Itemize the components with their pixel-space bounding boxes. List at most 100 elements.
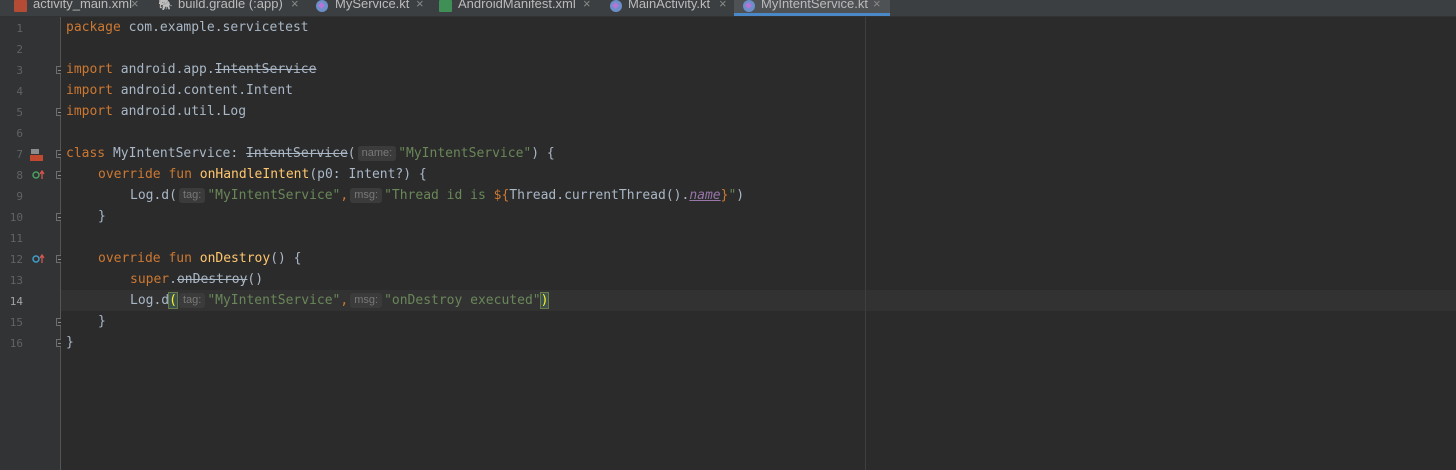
deprecated-symbol: onDestroy bbox=[176, 272, 248, 287]
matched-paren: ( bbox=[168, 292, 178, 309]
line-number: 6 bbox=[16, 127, 23, 140]
kotlin-file-icon bbox=[743, 0, 755, 12]
parameter-hint: msg: bbox=[350, 188, 383, 203]
manifest-file-icon bbox=[439, 0, 452, 12]
package-name: com.example.servicetest bbox=[120, 20, 309, 35]
code-line-7[interactable]: class MyIntentService: IntentService(nam… bbox=[66, 143, 555, 164]
tab-build-gradle[interactable]: 🐘 build.gradle (:app) × bbox=[150, 0, 302, 16]
string-literal: "Thread id is bbox=[384, 188, 494, 203]
text-caret bbox=[548, 292, 550, 307]
parameter-hint: tag: bbox=[178, 293, 206, 308]
close-icon[interactable]: × bbox=[291, 0, 299, 10]
code-line-12[interactable]: override fun onDestroy() { bbox=[98, 248, 302, 269]
code-line-10[interactable]: } bbox=[98, 206, 106, 227]
string-literal: "MyIntentService" bbox=[398, 146, 532, 161]
code-line-8[interactable]: override fun onHandleIntent(p0: Intent?)… bbox=[98, 164, 427, 185]
brace: } bbox=[98, 314, 106, 329]
close-icon[interactable]: × bbox=[583, 0, 591, 10]
code-line-16[interactable]: } bbox=[66, 332, 74, 353]
comma: , bbox=[340, 188, 349, 203]
property: name bbox=[689, 188, 721, 203]
xml-file-icon bbox=[14, 0, 27, 12]
line-number: 3 bbox=[16, 64, 23, 77]
deprecated-symbol: IntentService bbox=[214, 62, 317, 77]
line-number: 15 bbox=[9, 316, 23, 329]
template-expression: Thread.currentThread(). bbox=[509, 188, 690, 203]
import-path: android.app. bbox=[112, 62, 215, 77]
tab-label: MyService.kt bbox=[335, 0, 410, 11]
parameter-hint: msg: bbox=[350, 293, 383, 308]
close-icon[interactable]: × bbox=[416, 0, 424, 10]
keyword: package bbox=[66, 20, 121, 35]
code-line-15[interactable]: } bbox=[98, 311, 106, 332]
call: Log.d( bbox=[130, 188, 177, 203]
keyword: import bbox=[66, 104, 113, 119]
keyword: override fun bbox=[98, 167, 200, 182]
tab-label: MyIntentService.kt bbox=[761, 0, 868, 11]
code-line-3[interactable]: import android.app.IntentService bbox=[66, 59, 316, 80]
code-line-1[interactable]: package com.example.servicetest bbox=[66, 17, 309, 38]
tab-label: MainActivity.kt bbox=[628, 0, 711, 11]
close-icon[interactable]: × bbox=[873, 0, 881, 10]
code-line-5[interactable]: import android.util.Log bbox=[66, 101, 246, 122]
tab-label: build.gradle (:app) bbox=[178, 0, 283, 11]
gradle-icon: 🐘 bbox=[158, 0, 173, 11]
parameter-hint: tag: bbox=[178, 188, 206, 203]
function-name: onHandleIntent bbox=[199, 167, 310, 182]
code-line-14[interactable]: Log.d(tag: "MyIntentService", msg: "onDestr… bbox=[130, 290, 550, 311]
line-number: 8 bbox=[16, 169, 23, 182]
line-number: 1 bbox=[16, 22, 23, 35]
keyword: super bbox=[130, 272, 170, 287]
string-literal: "MyIntentService" bbox=[207, 293, 341, 308]
editor-tab-bar: activity_main.xml × 🐘 build.gradle (:app… bbox=[0, 0, 1456, 17]
line-number: 12 bbox=[9, 253, 23, 266]
line-number: 13 bbox=[9, 274, 23, 287]
close-icon[interactable]: × bbox=[131, 0, 139, 10]
line-number: 11 bbox=[9, 232, 23, 245]
line-number: 5 bbox=[16, 106, 23, 119]
string-literal: "MyIntentService" bbox=[207, 188, 341, 203]
class-name: MyIntentService: bbox=[105, 146, 247, 161]
code-line-4[interactable]: import android.content.Intent bbox=[66, 80, 293, 101]
signature: () { bbox=[270, 251, 302, 266]
string-literal: "onDestroy executed" bbox=[384, 293, 541, 308]
keyword: import bbox=[66, 83, 113, 98]
code-editor[interactable]: package com.example.servicetest import a… bbox=[61, 17, 1456, 470]
tab-myservice-kt[interactable]: MyService.kt × bbox=[310, 0, 430, 16]
deprecated-symbol: IntentService bbox=[246, 146, 348, 161]
close-icon[interactable]: × bbox=[719, 0, 727, 10]
brace: } bbox=[66, 335, 74, 350]
override-method-icon[interactable] bbox=[32, 253, 46, 267]
tab-androidmanifest-xml[interactable]: AndroidManifest.xml × bbox=[433, 0, 603, 16]
code-line-9[interactable]: Log.d(tag: "MyIntentService", msg: "Thread … bbox=[130, 185, 744, 206]
matched-paren: ) bbox=[539, 292, 550, 309]
import-path: android.content.Intent bbox=[112, 83, 293, 98]
line-number: 4 bbox=[16, 85, 23, 98]
keyword: import bbox=[66, 62, 113, 77]
brace: } bbox=[98, 209, 106, 224]
tab-myintentservice-kt[interactable]: MyIntentService.kt × bbox=[734, 0, 890, 16]
line-number: 2 bbox=[16, 43, 23, 56]
paren: ( bbox=[347, 146, 356, 161]
function-name: onDestroy bbox=[199, 251, 271, 266]
kotlin-file-icon bbox=[610, 0, 622, 12]
paren: () bbox=[247, 272, 264, 287]
paren: ) bbox=[736, 188, 745, 203]
editor-gutter: 1 2 3 4 5 6 7 8 9 10 11 12 13 14 15 16 bbox=[0, 17, 63, 470]
override-method-icon[interactable] bbox=[32, 169, 46, 183]
paren: ) { bbox=[531, 146, 555, 161]
call: Log.d bbox=[130, 293, 170, 308]
code-line-13[interactable]: super.onDestroy() bbox=[130, 269, 263, 290]
tab-label: activity_main.xml bbox=[33, 0, 132, 11]
line-number: 9 bbox=[16, 190, 23, 203]
signature: (p0: Intent?) { bbox=[309, 167, 427, 182]
tab-activity-main-xml[interactable]: activity_main.xml × bbox=[0, 0, 140, 16]
line-number: 7 bbox=[16, 148, 23, 161]
comma: , bbox=[340, 293, 349, 308]
tab-mainactivity-kt[interactable]: MainActivity.kt × bbox=[603, 0, 733, 16]
line-number-current: 14 bbox=[9, 295, 23, 308]
android-class-icon[interactable] bbox=[30, 149, 44, 161]
right-margin-guide bbox=[865, 17, 866, 470]
template-delimiter: ${ bbox=[493, 188, 510, 203]
parameter-hint: name: bbox=[357, 146, 397, 161]
